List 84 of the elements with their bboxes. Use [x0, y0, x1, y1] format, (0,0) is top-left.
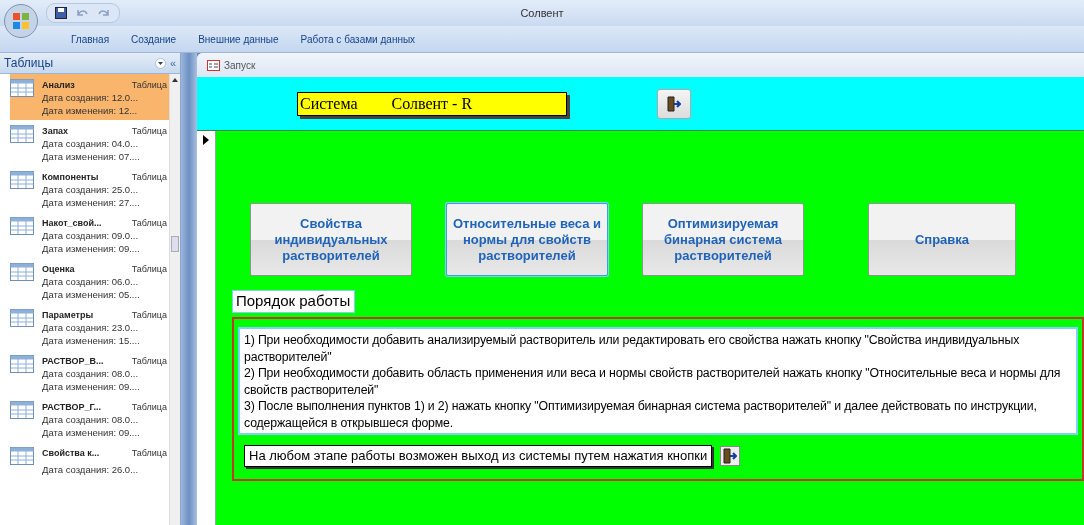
navigation-item[interactable]: Накот_свой... Таблица Дата создания: 09.0... Дата изменения: 09.... [10, 212, 169, 258]
created-date: Дата создания: 09.0... [42, 230, 140, 243]
table-name: РАСТВОР_В... [42, 355, 104, 366]
navigation-item[interactable]: Запах Таблица Дата создания: 04.0... Дата изменения: 07.... [10, 120, 169, 166]
window-title: Солвент [520, 7, 564, 19]
table-icon [10, 217, 34, 235]
ribbon-tab[interactable]: Главная [60, 32, 121, 46]
dropdown-icon[interactable] [154, 57, 166, 69]
created-date: Дата создания: 08.0... [42, 414, 140, 427]
table-icon [10, 125, 34, 143]
modified-date: Дата изменения: 09.... [42, 242, 141, 255]
exit-button[interactable] [720, 446, 741, 466]
redo-icon[interactable] [97, 8, 111, 18]
table-name: Накот_свой... [42, 217, 102, 228]
undo-icon[interactable] [75, 8, 89, 18]
form-button[interactable]: Справка [868, 203, 1016, 276]
object-type: Таблица [131, 171, 167, 182]
object-type: Таблица [131, 401, 167, 412]
ribbon-tab[interactable]: Создание [120, 32, 188, 46]
modified-date: Дата изменения: 07.... [42, 150, 141, 163]
ribbon-tab[interactable]: Внешние данные [187, 32, 290, 46]
exit-door-icon [667, 95, 681, 112]
navigation-item[interactable]: Свойства к... Таблица Дата создания: 26.0... [10, 442, 169, 488]
title-text: Система [300, 94, 358, 113]
table-icon [10, 355, 34, 373]
form-button[interactable]: Относительные веса и нормы для свойств растворителей [446, 203, 608, 276]
modified-date: Дата изменения: 27.... [42, 196, 141, 209]
table-icon [10, 309, 34, 327]
object-type: Таблица [131, 125, 167, 136]
table-icon [10, 263, 34, 281]
record-selector-icon [203, 135, 209, 145]
table-icon [10, 79, 34, 97]
created-date: Дата создания: 04.0... [42, 138, 140, 151]
object-type: Таблица [131, 217, 167, 228]
modified-date: Дата изменения: 05.... [42, 288, 141, 301]
navigation-item[interactable]: Анализ Таблица Дата создания: 12.0... Дата изменения: 12... [10, 74, 169, 120]
navigation-item[interactable]: РАСТВОР_В... Таблица Дата создания: 08.0... Дата изменения: 09.... [10, 350, 169, 396]
object-type: Таблица [131, 79, 167, 90]
form-button[interactable]: Свойства индивидуальных растворителей [250, 203, 412, 276]
form-button[interactable]: Оптимизируемая бинарная система растворителей [642, 203, 804, 276]
table-name: Свойства к... [42, 447, 100, 458]
section-label: Порядок работы [232, 290, 356, 313]
document-tab[interactable]: Запуск [224, 59, 256, 71]
table-icon [10, 447, 34, 465]
created-date: Дата создания: 06.0... [42, 276, 140, 289]
table-icon [10, 171, 34, 189]
object-type: Таблица [131, 355, 167, 366]
exit-button[interactable] [657, 88, 691, 119]
created-date: Дата создания: 12.0... [42, 92, 140, 105]
instruction-text: 1) При необходимости добавить анализируемый растворитель или редактировать его свойства нажать кнопку "Свойства индивидуальных растворителей" [244, 332, 1021, 365]
exit-note: На любом этапе работы возможен выход из системы путем нажатия кнопки [244, 445, 713, 467]
modified-date: Дата изменения: 09.... [42, 380, 141, 393]
object-type: Таблица [131, 263, 167, 274]
table-name: Оценка [42, 263, 75, 274]
table-name: Параметры [42, 309, 94, 320]
navigation-item[interactable]: Компоненты Таблица Дата создания: 25.0... Дата изменения: 27.... [10, 166, 169, 212]
created-date: Дата создания: 08.0... [42, 368, 140, 381]
modified-date: Дата изменения: 15.... [42, 334, 141, 347]
created-date: Дата создания: 26.0... [42, 464, 140, 478]
object-type: Таблица [131, 447, 167, 458]
created-date: Дата создания: 25.0... [42, 184, 140, 197]
created-date: Дата создания: 23.0... [42, 322, 140, 335]
table-icon [10, 401, 34, 419]
table-name: Анализ [42, 79, 75, 90]
table-name: Компоненты [42, 171, 99, 182]
title-text: Солвент - R [391, 94, 473, 113]
table-name: Запах [42, 125, 69, 136]
modified-date: Дата изменения: 09.... [42, 426, 141, 439]
navigation-item[interactable]: РАСТВОР_Г... Таблица Дата создания: 08.0... Дата изменения: 09.... [10, 396, 169, 442]
exit-door-icon [723, 448, 738, 464]
object-type: Таблица [131, 309, 167, 320]
scrollbar[interactable] [169, 74, 180, 525]
collapse-button[interactable]: « [169, 57, 176, 69]
instruction-text: 2) При необходимости добавить область применения или веса и нормы свойств растворителей нажать кнопку "Относительные веса и нормы для свойств растворителей" [244, 365, 1062, 398]
navigation-item[interactable]: Параметры Таблица Дата создания: 23.0... Дата изменения: 15.... [10, 304, 169, 350]
navigation-pane-title: Таблицы [4, 56, 54, 70]
form-icon [207, 59, 220, 71]
navigation-item[interactable]: Оценка Таблица Дата создания: 06.0... Дата изменения: 05.... [10, 258, 169, 304]
scroll-thumb[interactable] [171, 236, 179, 252]
save-icon[interactable] [55, 7, 67, 19]
modified-date: Дата изменения: 12... [42, 104, 139, 117]
table-name: РАСТВОР_Г... [42, 401, 102, 412]
instruction-text: 3) После выполнения пунктов 1) и 2) нажать кнопку "Оптимизируемая бинарная система растворителей" и далее действовать по инструкции, содержащейся в открывшеся форме. [244, 398, 1038, 431]
ribbon-tab[interactable]: Работа с базами данных [289, 32, 427, 46]
